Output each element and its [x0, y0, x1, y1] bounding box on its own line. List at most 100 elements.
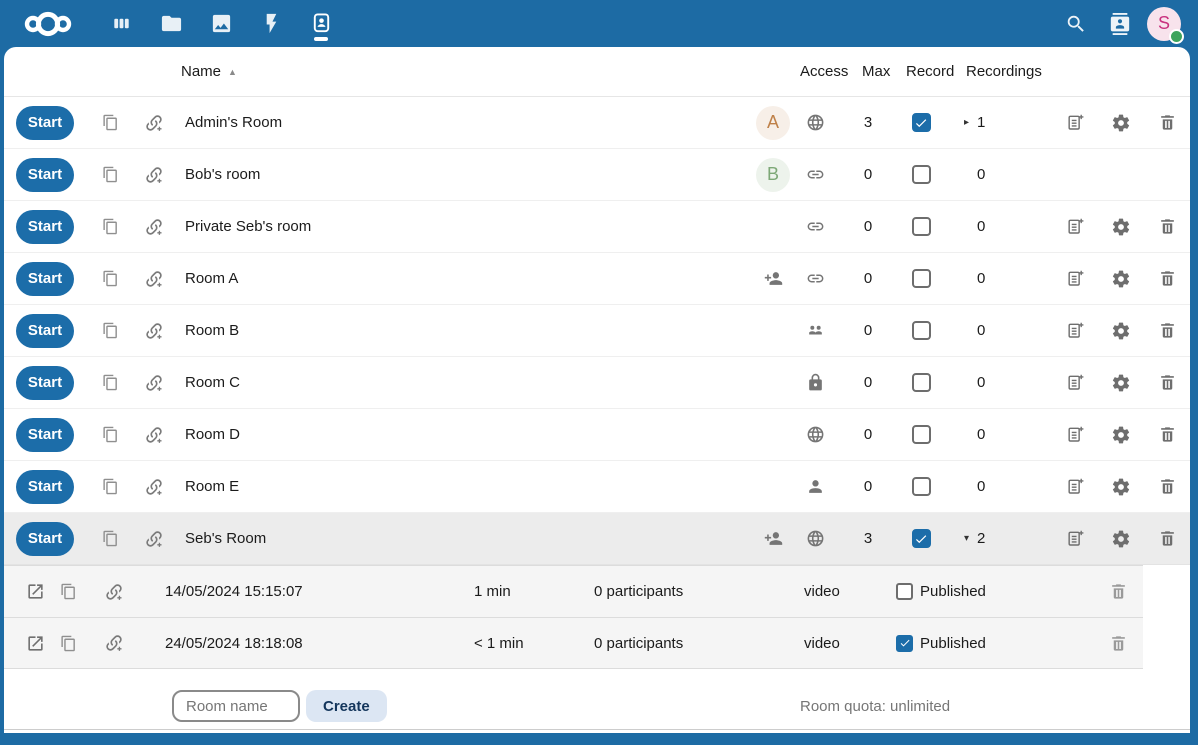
recordings-toggle-icon: ▸: [964, 117, 974, 128]
room-settings-button[interactable]: [1098, 201, 1144, 252]
start-room-button[interactable]: Start: [16, 106, 74, 140]
delete-room-button[interactable]: [1144, 201, 1190, 252]
start-room-button[interactable]: Start: [16, 210, 74, 244]
column-header-name[interactable]: Name ▲: [181, 47, 237, 96]
copy-room-link-icon[interactable]: [102, 530, 119, 547]
start-room-button[interactable]: Start: [16, 470, 74, 504]
create-room-button[interactable]: Create: [306, 690, 387, 722]
link-plus-icon[interactable]: [144, 269, 164, 289]
app-photos-button[interactable]: [196, 0, 246, 47]
edit-room-button[interactable]: [1052, 409, 1098, 460]
edit-room-button[interactable]: [1052, 461, 1098, 512]
room-settings-button[interactable]: [1098, 97, 1144, 148]
start-room-button[interactable]: Start: [16, 314, 74, 348]
trash-icon: [1158, 269, 1177, 288]
recording-duration: < 1 min: [456, 635, 576, 652]
room-settings-button[interactable]: [1098, 305, 1144, 356]
copy-room-link-icon[interactable]: [102, 166, 119, 183]
room-settings-button[interactable]: [1098, 357, 1144, 408]
record-checkbox[interactable]: [912, 217, 931, 236]
trash-icon[interactable]: [1109, 634, 1128, 653]
nextcloud-logo[interactable]: [0, 0, 96, 47]
copy-room-link-icon[interactable]: [102, 322, 119, 339]
app-activity-button[interactable]: [246, 0, 296, 47]
room-settings-button[interactable]: [1098, 461, 1144, 512]
edit-room-button[interactable]: [1052, 513, 1098, 564]
room-name-input[interactable]: [172, 690, 300, 722]
copy-recording-link-icon[interactable]: [60, 635, 77, 652]
room-max-participants: 0: [833, 166, 903, 183]
copy-room-link-icon[interactable]: [102, 478, 119, 495]
link-plus-icon[interactable]: [144, 425, 164, 445]
open-recording-icon[interactable]: [26, 582, 45, 601]
start-room-button[interactable]: Start: [16, 158, 74, 192]
link-plus-icon[interactable]: [144, 529, 164, 549]
app-files-button[interactable]: [146, 0, 196, 47]
copy-room-link-icon[interactable]: [102, 114, 119, 131]
record-checkbox[interactable]: [912, 529, 931, 548]
link-plus-icon[interactable]: [144, 321, 164, 341]
record-checkbox[interactable]: [912, 373, 931, 392]
copy-room-link-icon[interactable]: [102, 426, 119, 443]
search-button[interactable]: [1054, 0, 1098, 47]
column-header-access: Access: [800, 47, 848, 96]
record-checkbox[interactable]: [912, 477, 931, 496]
room-settings-button[interactable]: [1098, 513, 1144, 564]
start-room-button[interactable]: Start: [16, 262, 74, 296]
delete-room-button[interactable]: [1144, 513, 1190, 564]
delete-room-button[interactable]: [1144, 357, 1190, 408]
room-recordings-toggle[interactable]: 0: [939, 478, 1044, 495]
open-recording-icon[interactable]: [26, 634, 45, 653]
user-menu-button[interactable]: S: [1142, 0, 1186, 47]
delete-room-button[interactable]: [1144, 409, 1190, 460]
start-room-button[interactable]: Start: [16, 522, 74, 556]
copy-room-link-icon[interactable]: [102, 270, 119, 287]
edit-room-button[interactable]: [1052, 305, 1098, 356]
edit-room-button[interactable]: [1052, 97, 1098, 148]
trash-icon[interactable]: [1109, 582, 1128, 601]
app-bbb-button[interactable]: [296, 0, 346, 47]
room-recordings-toggle[interactable]: 0: [939, 270, 1044, 287]
room-recordings-toggle[interactable]: ▸ 1: [939, 114, 1044, 131]
copy-room-link-icon[interactable]: [102, 218, 119, 235]
edit-room-button[interactable]: [1052, 357, 1098, 408]
room-recordings-toggle[interactable]: 0: [939, 426, 1044, 443]
app-dashboard-button[interactable]: [96, 0, 146, 47]
delete-room-button[interactable]: [1144, 305, 1190, 356]
start-room-button[interactable]: Start: [16, 366, 74, 400]
edit-room-button[interactable]: [1052, 253, 1098, 304]
delete-room-button[interactable]: [1144, 461, 1190, 512]
room-recordings-toggle[interactable]: 0: [939, 166, 1044, 183]
room-recordings-toggle[interactable]: 0: [939, 322, 1044, 339]
room-settings-button[interactable]: [1098, 253, 1144, 304]
room-recordings-toggle[interactable]: ▾ 2: [939, 530, 1044, 547]
room-settings-button[interactable]: [1098, 409, 1144, 460]
record-checkbox[interactable]: [912, 269, 931, 288]
record-checkbox[interactable]: [912, 165, 931, 184]
copy-room-link-icon[interactable]: [102, 374, 119, 391]
link-plus-icon[interactable]: [144, 113, 164, 133]
contacts-button[interactable]: [1098, 0, 1142, 47]
link-plus-icon[interactable]: [144, 165, 164, 185]
link-plus-icon[interactable]: [144, 477, 164, 497]
published-checkbox[interactable]: [896, 583, 913, 600]
room-shared-cell: B: [749, 158, 797, 192]
link-plus-icon[interactable]: [144, 373, 164, 393]
link-plus-icon[interactable]: [104, 633, 124, 653]
published-checkbox[interactable]: [896, 635, 913, 652]
room-row: Start Room E 0 0: [4, 461, 1190, 513]
record-checkbox[interactable]: [912, 425, 931, 444]
copy-recording-link-icon[interactable]: [60, 583, 77, 600]
room-list: Start Admin's Room A 3 ▸ 1 Start Bob's r…: [4, 97, 1190, 565]
start-room-button[interactable]: Start: [16, 418, 74, 452]
link-plus-icon[interactable]: [104, 582, 124, 602]
record-checkbox[interactable]: [912, 321, 931, 340]
room-recordings-toggle[interactable]: 0: [939, 374, 1044, 391]
link-plus-icon[interactable]: [144, 217, 164, 237]
room-recordings-toggle[interactable]: 0: [939, 218, 1044, 235]
dashboard-icon: [110, 12, 133, 35]
delete-room-button[interactable]: [1144, 253, 1190, 304]
delete-room-button[interactable]: [1144, 97, 1190, 148]
edit-room-button[interactable]: [1052, 201, 1098, 252]
record-checkbox[interactable]: [912, 113, 931, 132]
